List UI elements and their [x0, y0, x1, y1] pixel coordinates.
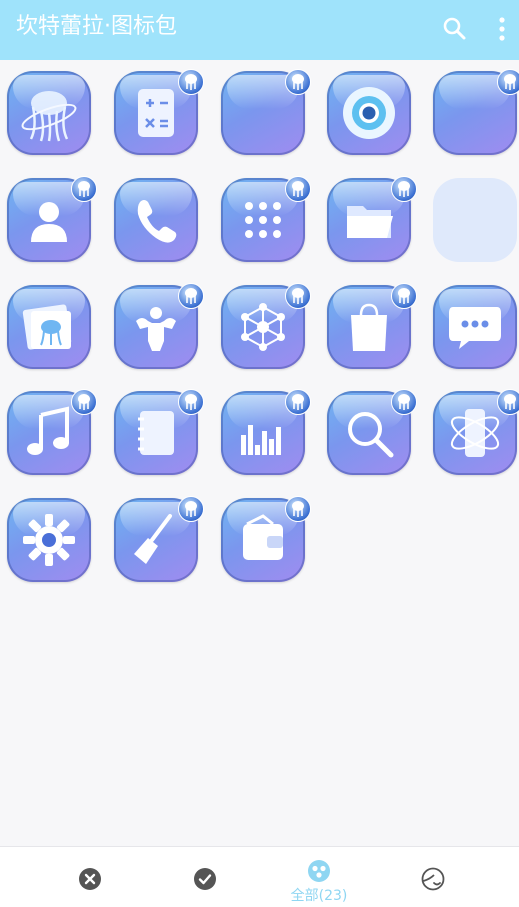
icon-network[interactable] [221, 283, 311, 375]
check-circle-icon [194, 868, 216, 890]
gallery-icon [7, 285, 91, 369]
close-circle-icon [79, 868, 101, 890]
icon-phone[interactable] [114, 178, 204, 268]
icon-contacts[interactable] [7, 176, 97, 268]
page-title: 坎特蕾拉·图标包 [16, 14, 177, 39]
moon-face-icon [421, 867, 445, 891]
icon-calculator[interactable] [114, 69, 204, 161]
jellyfish-badge-icon [285, 496, 311, 522]
jellyfish-badge-icon [178, 389, 204, 415]
jellyfish-badge-icon [497, 389, 519, 415]
icon-wallet[interactable] [221, 496, 311, 588]
icon-notes[interactable] [114, 389, 204, 481]
jellyfish-badge-icon [285, 283, 311, 309]
icon-music[interactable] [7, 389, 97, 481]
eye-icon [327, 71, 411, 155]
chat-icon [433, 285, 517, 369]
jellyfish-badge-icon [285, 389, 311, 415]
jellyfish-badge-icon [285, 69, 311, 95]
gear-icon [7, 498, 91, 582]
icon-messages[interactable] [433, 285, 519, 375]
jellyfish-badge-icon [178, 69, 204, 95]
icon-search[interactable] [327, 389, 417, 481]
icon-empty[interactable] [433, 178, 519, 268]
jellyfish-badge-icon [391, 176, 417, 202]
jellyfish-badge-icon [285, 176, 311, 202]
jellyfish-badge-icon [178, 496, 204, 522]
all-icon [308, 860, 330, 882]
jellyfish-badge-icon [391, 283, 417, 309]
icon-fitness[interactable] [114, 283, 204, 375]
icon-blank[interactable] [221, 69, 311, 161]
app-bar: 坎特蕾拉·图标包 [0, 0, 519, 60]
jellyfish-badge-icon [178, 283, 204, 309]
nav-item-all[interactable]: 全部(23) [269, 847, 369, 907]
phone-icon [114, 178, 198, 262]
icon-files[interactable] [327, 176, 417, 268]
nav-label-all: 全部(23) [290, 888, 348, 904]
nav-item-other[interactable] [383, 847, 483, 907]
jellyfish-icon [7, 71, 91, 155]
search-icon[interactable] [440, 14, 470, 44]
icon-camera[interactable] [327, 71, 417, 161]
icon-app-drawer[interactable] [221, 176, 311, 268]
icon-gallery[interactable] [7, 285, 97, 375]
more-vert-icon[interactable] [492, 14, 512, 44]
jellyfish-badge-icon [71, 176, 97, 202]
icon-phone-manager[interactable] [433, 389, 519, 481]
nav-item-unapplied[interactable] [40, 847, 140, 907]
icon-settings[interactable] [7, 498, 97, 588]
icon-equalizer[interactable] [221, 389, 311, 481]
jellyfish-badge-icon [71, 389, 97, 415]
icon-jellyfish-app[interactable] [7, 71, 97, 161]
jellyfish-badge-icon [391, 389, 417, 415]
icon-cleaner[interactable] [114, 496, 204, 588]
jellyfish-badge-icon [497, 69, 519, 95]
ghost-icon [433, 178, 517, 262]
nav-item-applied[interactable] [155, 847, 255, 907]
icon-store[interactable] [327, 283, 417, 375]
icon-blank[interactable] [433, 69, 519, 161]
bottom-nav: 全部(23) [0, 846, 519, 907]
